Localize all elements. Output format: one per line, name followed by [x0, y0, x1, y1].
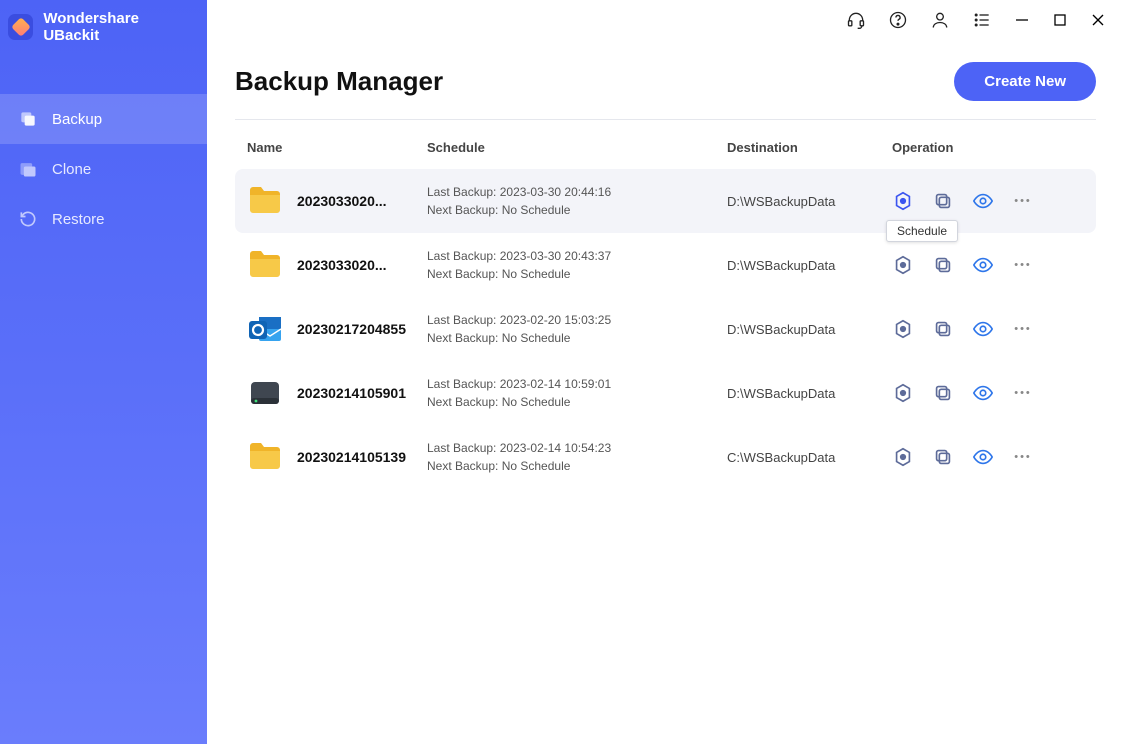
last-backup: 2023-02-14 10:54:23 — [427, 439, 727, 457]
logo-icon — [8, 14, 33, 40]
titlebar — [207, 0, 1124, 40]
next-backup: No Schedule — [427, 265, 727, 283]
view-button[interactable] — [972, 190, 994, 212]
view-button[interactable] — [972, 382, 994, 404]
last-backup: 2023-03-30 20:44:16 — [427, 183, 727, 201]
more-button[interactable] — [1012, 318, 1034, 340]
folder-icon — [247, 249, 283, 281]
sidebar-item-clone[interactable]: Clone — [0, 144, 207, 194]
user-icon[interactable] — [930, 10, 950, 30]
sidebar: Wondershare UBackit Backup Clone Restore — [0, 0, 207, 744]
folder-icon — [247, 441, 283, 473]
operations-cell: Schedule — [892, 190, 1084, 212]
table-row[interactable]: 20230214105901 2023-02-14 10:59:01No Sche… — [235, 361, 1096, 425]
create-new-button[interactable]: Create New — [954, 62, 1096, 101]
schedule-button[interactable] — [892, 254, 914, 276]
backup-name: 20230217204855 — [297, 321, 406, 337]
next-backup: No Schedule — [427, 329, 727, 347]
restore-icon — [18, 209, 38, 229]
sidebar-item-restore[interactable]: Restore — [0, 194, 207, 244]
sidebar-item-label: Clone — [52, 161, 91, 178]
main-area: Backup Manager Create New Name Schedule … — [207, 0, 1124, 744]
app-title: Wondershare UBackit — [43, 10, 195, 44]
menu-icon[interactable] — [972, 10, 992, 30]
destination-cell: D:\WSBackupData — [727, 194, 892, 209]
next-backup: No Schedule — [427, 201, 727, 219]
more-button[interactable] — [1012, 254, 1034, 276]
view-button[interactable] — [972, 446, 994, 468]
copy-button[interactable] — [932, 382, 954, 404]
name-cell: 20230217204855 — [247, 313, 427, 345]
name-cell: 2023033020... — [247, 249, 427, 281]
clone-icon — [18, 159, 38, 179]
page-title: Backup Manager — [235, 66, 443, 97]
operations-cell — [892, 318, 1084, 340]
schedule-cell: 2023-03-30 20:43:37No Schedule — [427, 247, 727, 283]
col-destination: Destination — [727, 140, 892, 155]
sidebar-nav: Backup Clone Restore — [0, 94, 207, 244]
last-backup: 2023-02-14 10:59:01 — [427, 375, 727, 393]
last-backup: 2023-02-20 15:03:25 — [427, 311, 727, 329]
table-row[interactable]: 20230214105139 2023-02-14 10:54:23No Sche… — [235, 425, 1096, 489]
schedule-button[interactable] — [892, 318, 914, 340]
col-operation: Operation — [892, 140, 1084, 155]
operations-cell — [892, 382, 1084, 404]
table-row[interactable]: 2023033020... 2023-03-30 20:44:16No Sched… — [235, 169, 1096, 233]
schedule-cell: 2023-02-14 10:54:23No Schedule — [427, 439, 727, 475]
backup-name: 2023033020... — [297, 257, 387, 273]
content-header: Backup Manager Create New — [235, 62, 1096, 120]
window-close[interactable] — [1090, 12, 1106, 28]
destination-cell: D:\WSBackupData — [727, 258, 892, 273]
copy-button[interactable] — [932, 254, 954, 276]
name-cell: 2023033020... — [247, 185, 427, 217]
app-logo: Wondershare UBackit — [0, 0, 207, 62]
backup-name: 20230214105901 — [297, 385, 406, 401]
next-backup: No Schedule — [427, 457, 727, 475]
schedule-button[interactable] — [892, 446, 914, 468]
more-button[interactable] — [1012, 446, 1034, 468]
name-cell: 20230214105139 — [247, 441, 427, 473]
tooltip: Schedule — [886, 220, 958, 242]
schedule-cell: 2023-03-30 20:44:16No Schedule — [427, 183, 727, 219]
window-minimize[interactable] — [1014, 12, 1030, 28]
table-row[interactable]: 2023033020... 2023-03-30 20:43:37No Sched… — [235, 233, 1096, 297]
content: Backup Manager Create New Name Schedule … — [207, 40, 1124, 744]
destination-cell: D:\WSBackupData — [727, 322, 892, 337]
sidebar-item-backup[interactable]: Backup — [0, 94, 207, 144]
copy-button[interactable] — [932, 190, 954, 212]
more-button[interactable] — [1012, 190, 1034, 212]
backup-icon — [18, 109, 38, 129]
operations-cell — [892, 254, 1084, 276]
name-cell: 20230214105901 — [247, 377, 427, 409]
schedule-cell: 2023-02-20 15:03:25No Schedule — [427, 311, 727, 347]
table-row[interactable]: 20230217204855 2023-02-20 15:03:25No Sche… — [235, 297, 1096, 361]
help-icon[interactable] — [888, 10, 908, 30]
copy-button[interactable] — [932, 318, 954, 340]
view-button[interactable] — [972, 254, 994, 276]
col-name: Name — [247, 140, 427, 155]
table-header: Name Schedule Destination Operation — [235, 126, 1096, 169]
sidebar-item-label: Backup — [52, 111, 102, 128]
folder-icon — [247, 185, 283, 217]
operations-cell — [892, 446, 1084, 468]
backup-name: 2023033020... — [297, 193, 387, 209]
backup-name: 20230214105139 — [297, 449, 406, 465]
next-backup: No Schedule — [427, 393, 727, 411]
col-schedule: Schedule — [427, 140, 727, 155]
destination-cell: D:\WSBackupData — [727, 386, 892, 401]
window-maximize[interactable] — [1052, 12, 1068, 28]
schedule-button[interactable] — [892, 382, 914, 404]
schedule-button[interactable] — [892, 190, 914, 212]
more-button[interactable] — [1012, 382, 1034, 404]
headset-icon[interactable] — [846, 10, 866, 30]
last-backup: 2023-03-30 20:43:37 — [427, 247, 727, 265]
sidebar-item-label: Restore — [52, 211, 105, 228]
schedule-cell: 2023-02-14 10:59:01No Schedule — [427, 375, 727, 411]
backup-table: Name Schedule Destination Operation 2023… — [235, 126, 1096, 489]
copy-button[interactable] — [932, 446, 954, 468]
outlook-icon — [247, 313, 283, 345]
destination-cell: C:\WSBackupData — [727, 450, 892, 465]
disk-icon — [247, 377, 283, 409]
view-button[interactable] — [972, 318, 994, 340]
